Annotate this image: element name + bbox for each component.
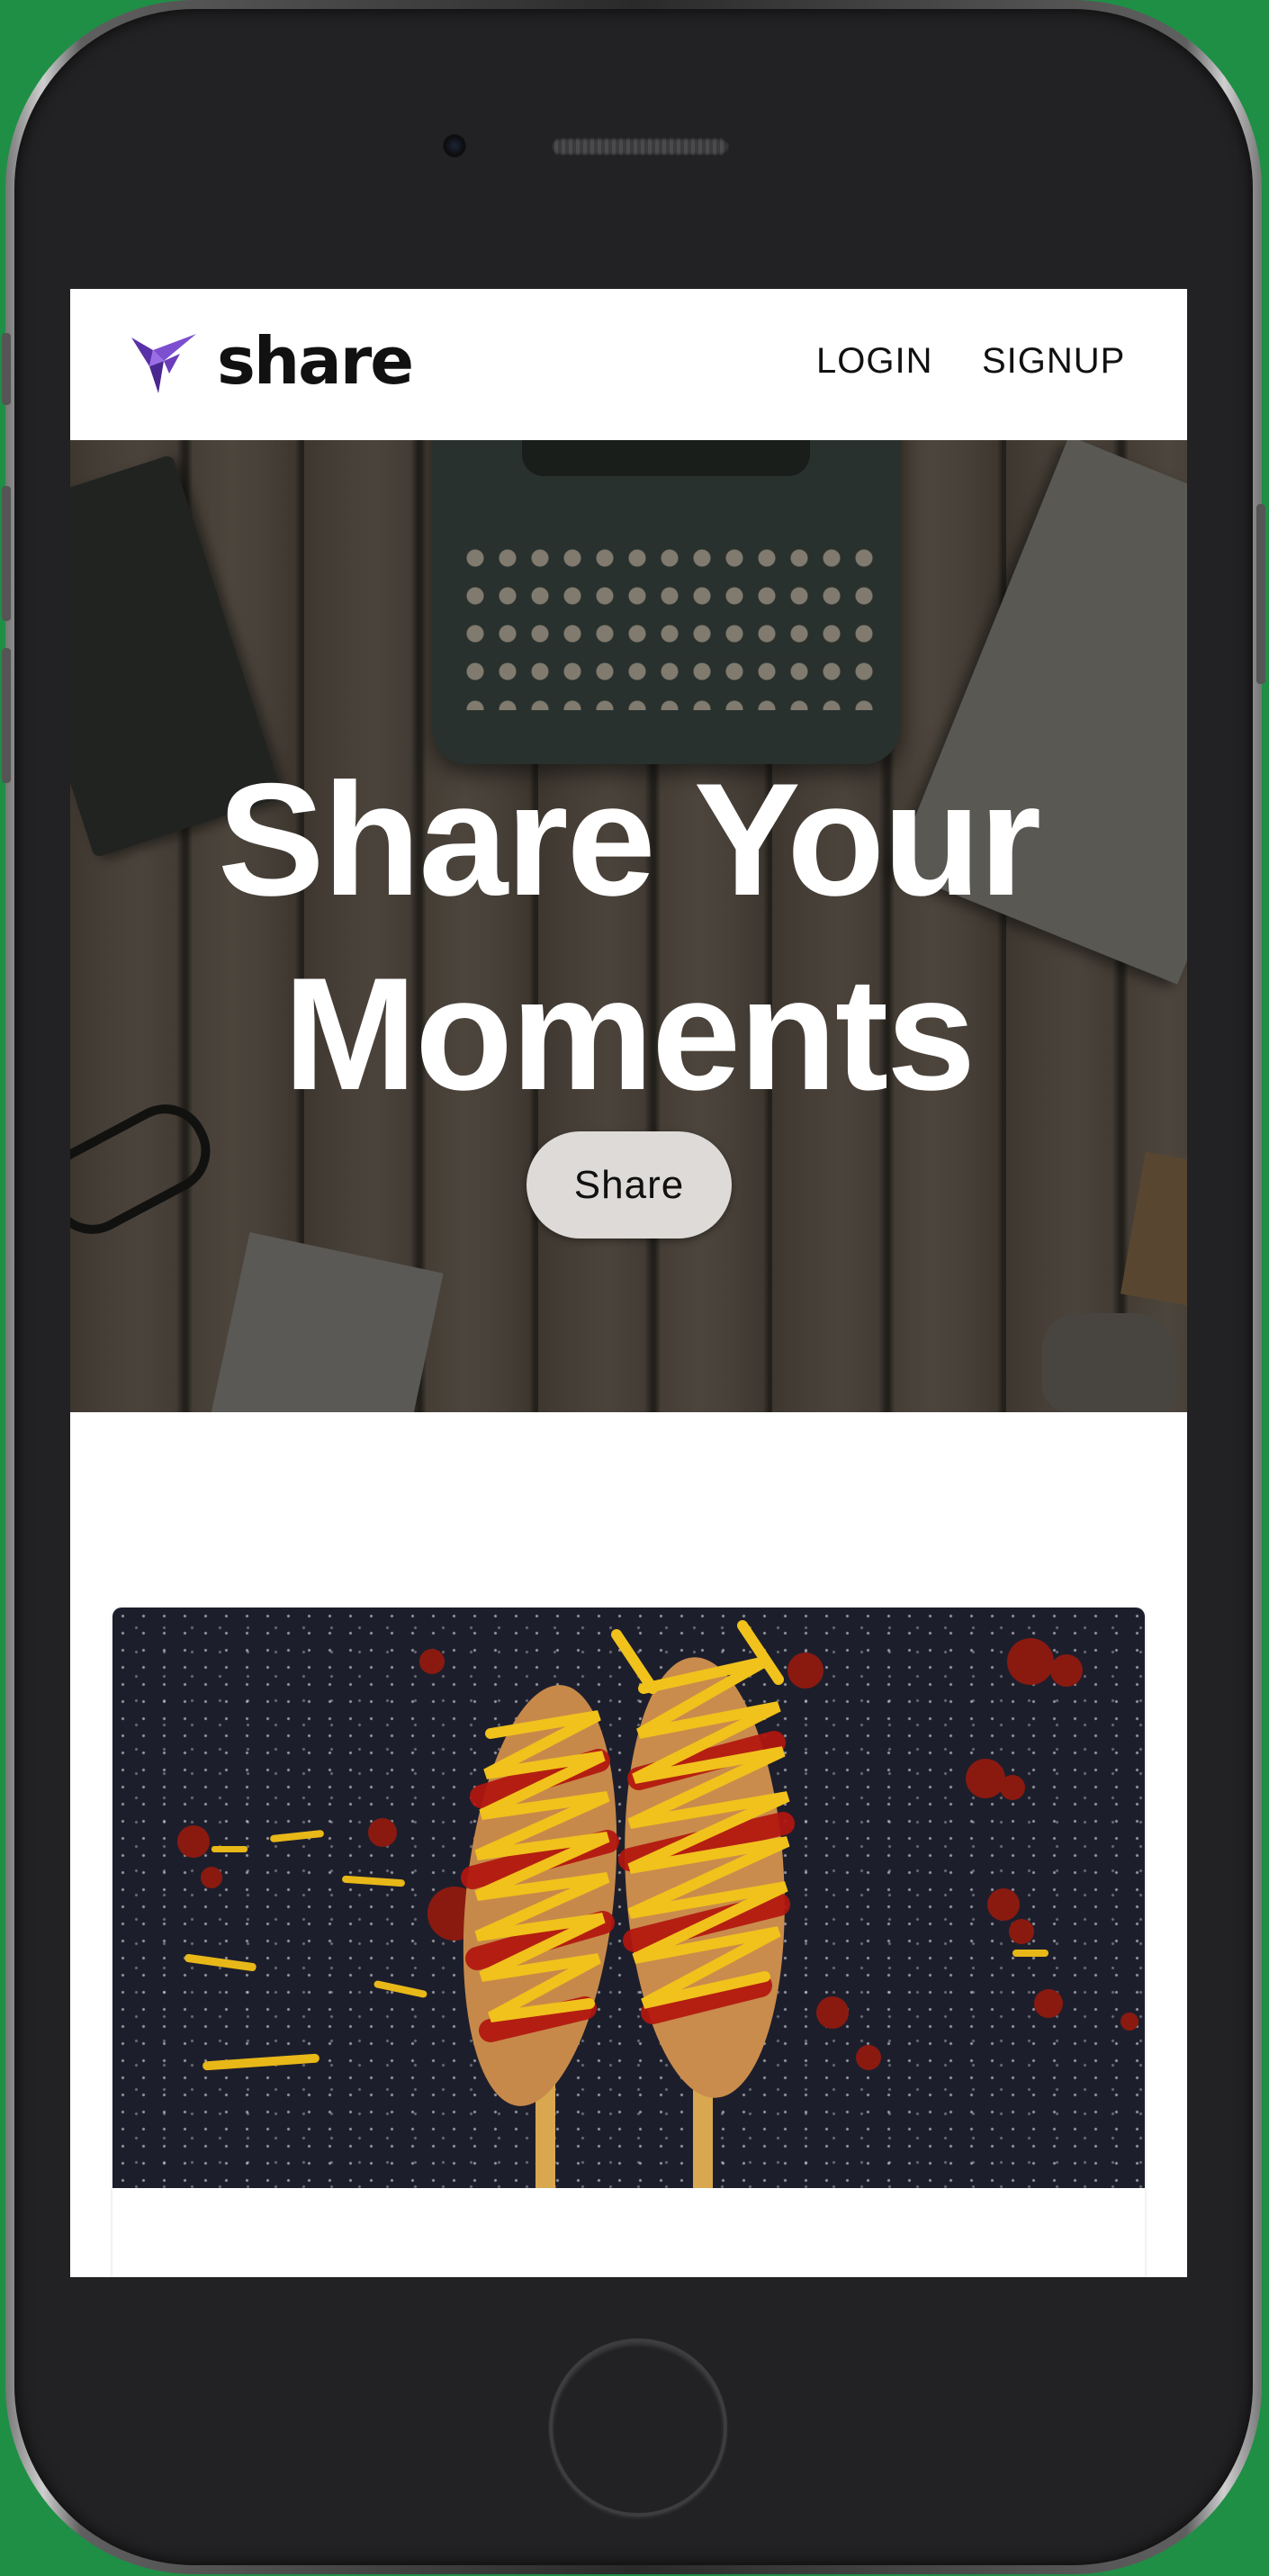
- signup-link[interactable]: SIGNUP: [982, 341, 1125, 382]
- corn-dog-image[interactable]: [112, 1608, 1145, 2188]
- brand-name[interactable]: share: [217, 323, 414, 399]
- login-link[interactable]: LOGIN: [816, 341, 932, 382]
- navbar: share LOGIN SIGNUP: [70, 289, 1187, 440]
- power-button: [1256, 504, 1265, 684]
- post-title[interactable]: Korean Corn Dog: [112, 2269, 1145, 2277]
- corn-dog-illustration: [177, 1620, 1138, 2188]
- bird-logo-icon[interactable]: [128, 327, 200, 399]
- hero-title: Share Your Moments: [217, 750, 1041, 1124]
- mute-switch: [2, 333, 11, 405]
- post-card[interactable]: Korean Corn Dog: [112, 1608, 1145, 2277]
- volume-up-button: [2, 486, 11, 621]
- front-camera: [443, 134, 466, 158]
- screen: share LOGIN SIGNUP Share Your Moments Sh…: [70, 289, 1187, 2277]
- share-button[interactable]: Share: [526, 1131, 732, 1238]
- hero-banner: Share Your Moments Share: [70, 440, 1187, 1412]
- home-button[interactable]: [549, 2338, 727, 2517]
- earpiece-speaker: [551, 138, 729, 156]
- volume-down-button: [2, 648, 11, 783]
